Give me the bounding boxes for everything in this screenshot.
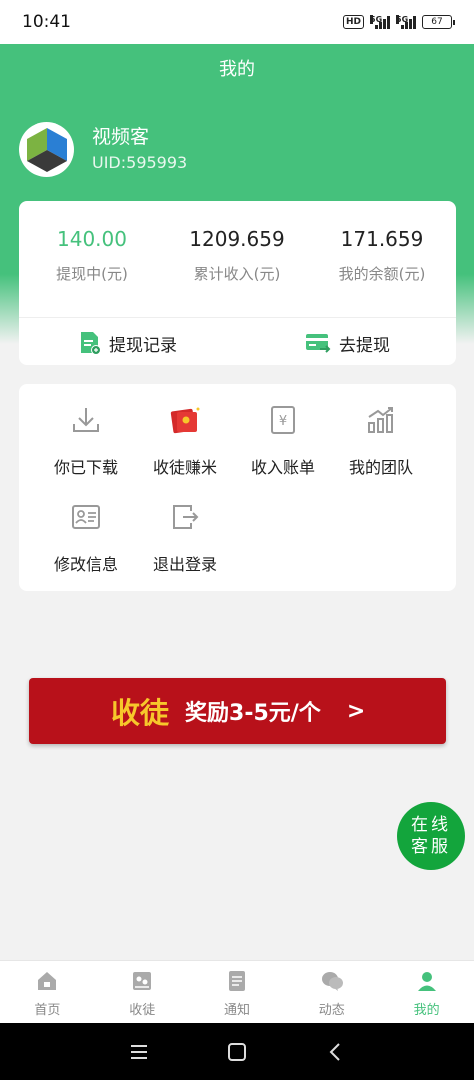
menu-icon xyxy=(131,1044,147,1059)
document-icon xyxy=(81,332,101,355)
menu-item-invite-earn[interactable]: 收徒赚米 xyxy=(135,402,235,478)
menu-item-my-team[interactable]: 我的团队 xyxy=(331,402,431,478)
menu-item-income-bill[interactable]: ¥ 收入账单 xyxy=(233,402,333,478)
withdraw-button[interactable]: 去提现 xyxy=(305,329,390,357)
download-icon xyxy=(73,408,99,432)
tab-home[interactable]: 首页 xyxy=(0,961,95,1023)
invite-banner-title: 收徒 xyxy=(111,696,170,730)
home-nav-button[interactable] xyxy=(217,1032,257,1072)
menu-item-downloads[interactable]: 你已下载 xyxy=(36,402,136,478)
chevron-right-icon: > xyxy=(346,698,366,724)
logout-icon xyxy=(173,505,199,529)
tab-label: 通知 xyxy=(223,1003,250,1018)
stat-balance: 171.659 我的余额(元) xyxy=(309,227,455,284)
stat-value: 1209.659 xyxy=(189,227,285,251)
menu-item-label: 修改信息 xyxy=(53,555,118,574)
online-support-button[interactable]: 在线 客服 xyxy=(397,802,465,870)
notice-icon xyxy=(228,971,245,991)
invite-banner[interactable]: 收徒 奖励3-5元/个 > xyxy=(29,678,446,744)
battery-icon: 67 xyxy=(422,15,455,29)
stat-label: 累计收入(元) xyxy=(193,265,281,283)
status-icons: HD 5G 5G 67 xyxy=(342,15,455,29)
stat-label: 我的余额(元) xyxy=(338,265,426,283)
chat-icon xyxy=(321,972,343,991)
menu-item-label: 退出登录 xyxy=(152,555,217,574)
menu-item-logout[interactable]: 退出登录 xyxy=(135,499,235,575)
svg-text:¥: ¥ xyxy=(279,414,287,429)
user-name: 视频客 xyxy=(92,126,150,148)
tab-label: 动态 xyxy=(318,1003,345,1018)
red-envelope-icon xyxy=(170,407,200,434)
avatar-logo-icon xyxy=(22,125,71,174)
stat-total-income: 1209.659 累计收入(元) xyxy=(164,227,310,284)
card-icon xyxy=(306,334,331,353)
menu-item-label: 你已下载 xyxy=(53,458,118,477)
invite-banner-reward: 奖励3-5元/个 xyxy=(185,701,321,726)
page-title: 我的 xyxy=(219,59,255,80)
avatar[interactable] xyxy=(19,122,74,177)
system-nav-bar xyxy=(0,1023,474,1080)
yen-bill-icon: ¥ xyxy=(271,406,295,434)
menu-item-label: 收徒赚米 xyxy=(152,458,217,477)
recent-apps-button[interactable] xyxy=(119,1032,159,1072)
back-arrow-icon xyxy=(329,1042,340,1061)
menu-item-edit-info[interactable]: 修改信息 xyxy=(36,499,136,575)
withdraw-records-label: 提现记录 xyxy=(109,335,177,356)
signal-icon: 5G xyxy=(370,15,390,29)
bar-chart-icon xyxy=(368,407,393,433)
person-icon xyxy=(417,972,436,991)
stat-withdrawing: 140.00 提现中(元) xyxy=(19,227,165,284)
home-square-icon xyxy=(228,1042,246,1061)
menu-card: 你已下载 收徒赚米 ¥ 收入账单 我的团队 修改信息 退出登录 xyxy=(19,384,456,591)
menu-item-label: 我的团队 xyxy=(348,458,413,477)
support-label-line2: 客服 xyxy=(411,837,451,857)
user-uid: UID:595993 xyxy=(92,153,188,172)
tab-feed[interactable]: 动态 xyxy=(284,961,379,1023)
tab-label: 我的 xyxy=(413,1003,440,1018)
id-card-icon xyxy=(72,505,100,529)
withdraw-records-button[interactable]: 提现记录 xyxy=(79,329,177,357)
menu-item-label: 收入账单 xyxy=(250,458,315,477)
status-time: 10:41 xyxy=(22,12,71,32)
signal-icon: 5G xyxy=(396,15,416,29)
apprentice-icon xyxy=(133,972,152,990)
stat-value: 140.00 xyxy=(57,227,127,251)
tab-label: 首页 xyxy=(34,1003,61,1018)
status-bar: 10:41 HD 5G 5G 67 xyxy=(0,0,474,44)
tab-label: 收徒 xyxy=(129,1003,156,1018)
stat-value: 171.659 xyxy=(340,227,424,251)
tab-notice[interactable]: 通知 xyxy=(190,961,285,1023)
stat-label: 提现中(元) xyxy=(56,265,128,283)
home-icon xyxy=(38,972,57,990)
support-label-line1: 在线 xyxy=(411,815,451,835)
withdraw-label: 去提现 xyxy=(339,335,390,356)
hd-badge: HD xyxy=(342,15,364,29)
bottom-tab-bar: 首页 收徒 通知 动态 我的 xyxy=(0,960,474,1023)
back-button[interactable] xyxy=(315,1032,355,1072)
tab-mine[interactable]: 我的 xyxy=(379,961,474,1023)
tab-apprentice[interactable]: 收徒 xyxy=(95,961,190,1023)
divider xyxy=(19,317,456,318)
stats-card: 140.00 提现中(元) 1209.659 累计收入(元) 171.659 我… xyxy=(19,201,456,365)
